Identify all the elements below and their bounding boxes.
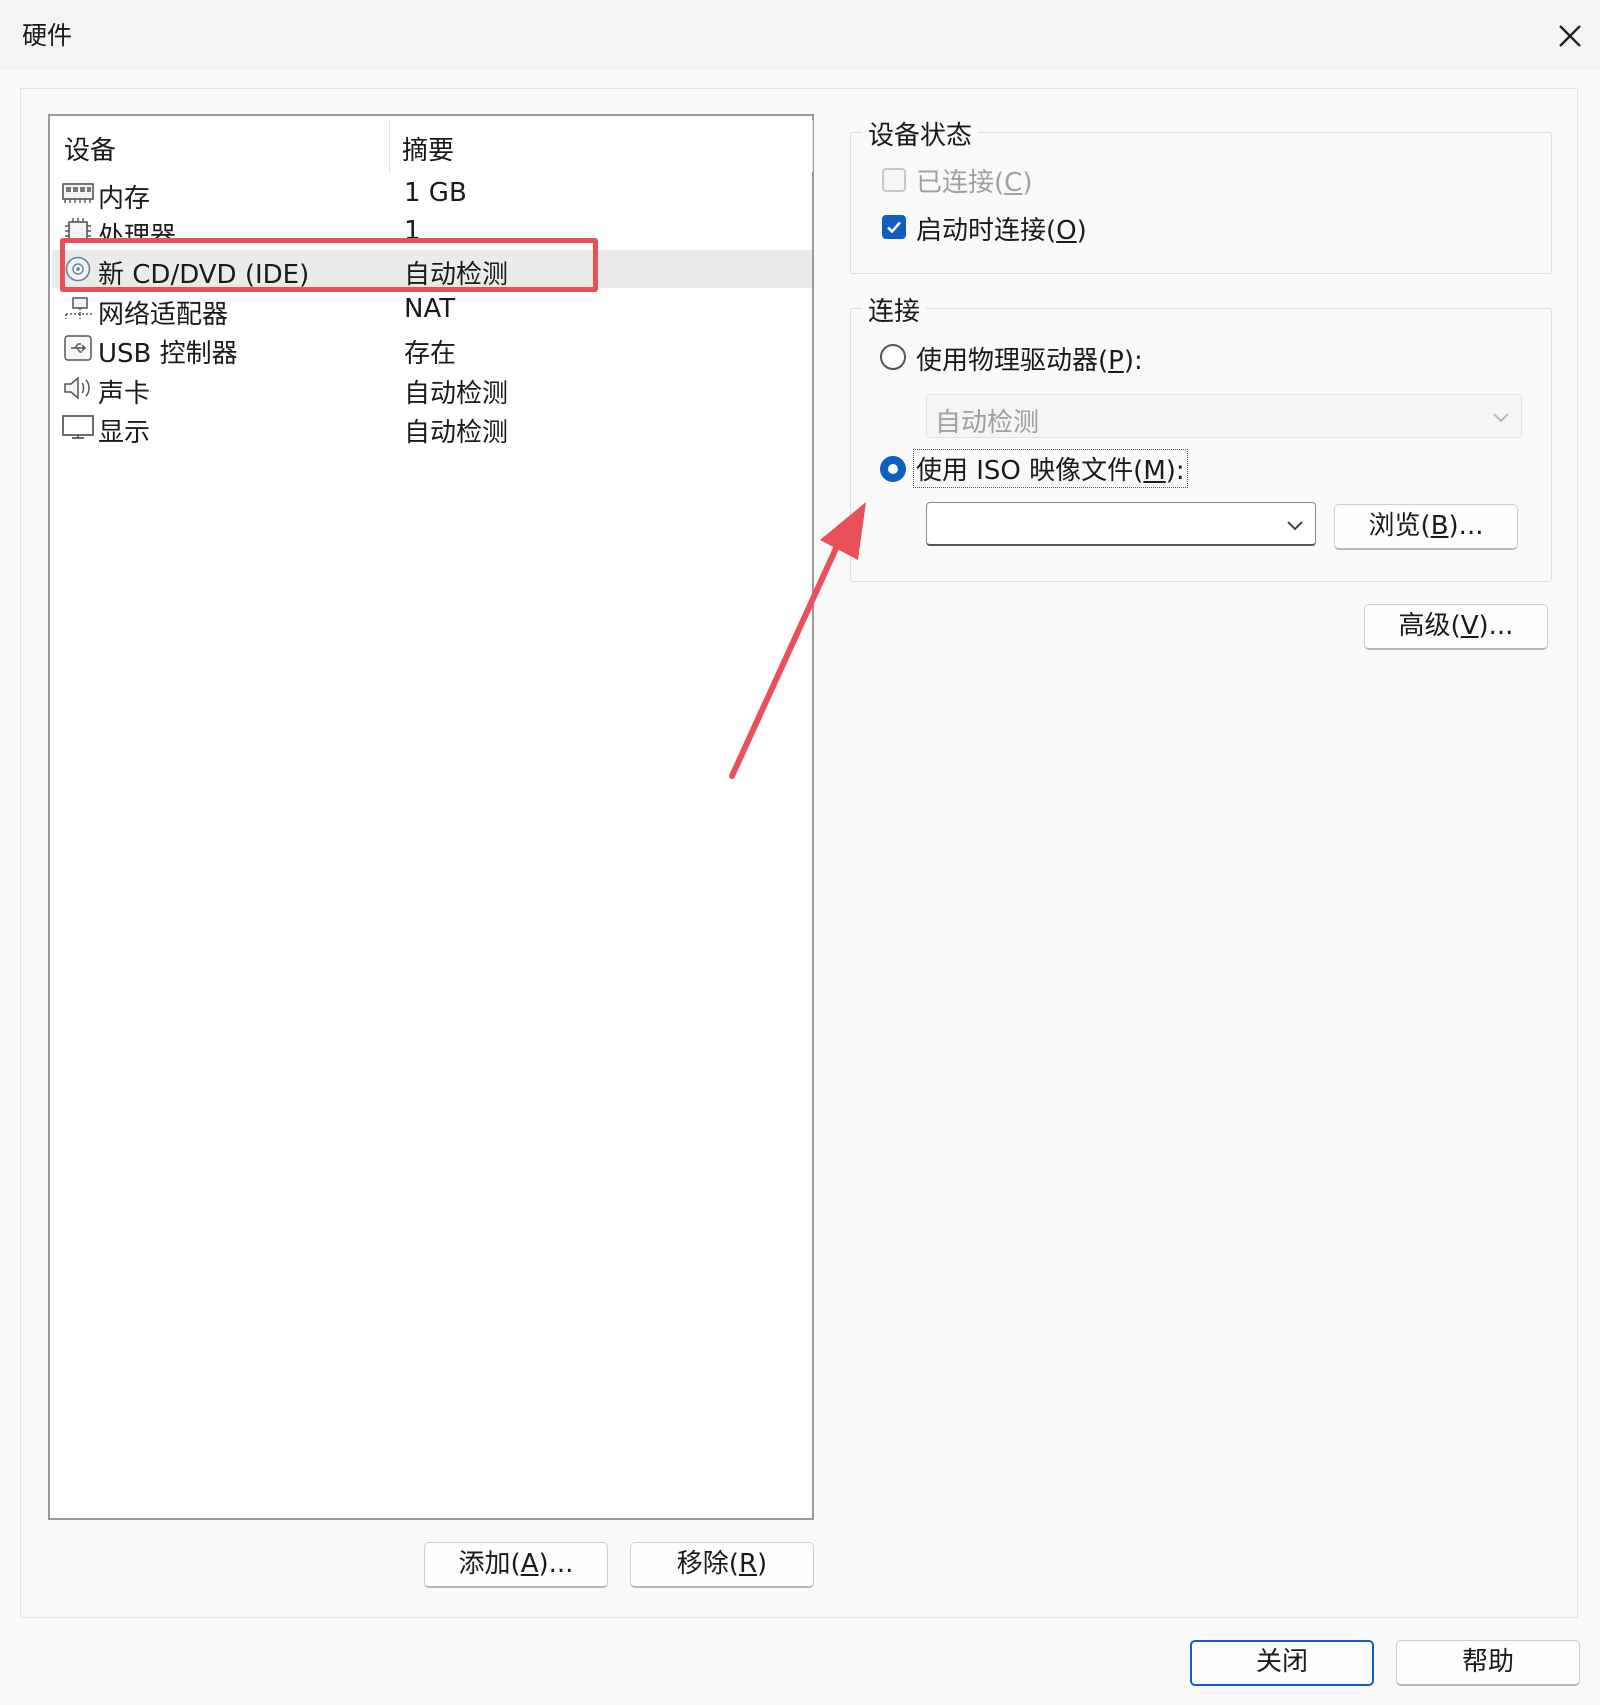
- memory-icon: [62, 183, 94, 203]
- device-row-sound-card[interactable]: 声卡 自动检测: [52, 369, 812, 409]
- title-bar: 硬件: [0, 0, 1600, 70]
- connected-label: 已连接(C): [916, 168, 1033, 198]
- device-row-memory[interactable]: 内存 1 GB: [52, 174, 812, 214]
- connect-at-power-on-label: 启动时连接(O): [916, 216, 1087, 246]
- iso-path-select[interactable]: [926, 502, 1316, 546]
- physical-drive-radio[interactable]: [880, 344, 906, 370]
- device-name: USB 控制器: [98, 339, 238, 369]
- column-divider[interactable]: [389, 120, 390, 172]
- physical-drive-label: 使用物理驱动器(P):: [916, 346, 1143, 376]
- close-icon[interactable]: [1552, 18, 1588, 54]
- column-divider[interactable]: [812, 120, 813, 172]
- column-header-summary[interactable]: 摘要: [402, 130, 454, 167]
- device-summary: 自动检测: [404, 379, 509, 409]
- device-row-network-adapter[interactable]: 网络适配器 NAT: [52, 290, 812, 330]
- network-adapter-icon: [65, 297, 94, 319]
- highlight-box: [60, 238, 598, 292]
- chevron-down-icon: [1493, 413, 1509, 423]
- window-title: 硬件: [22, 21, 73, 50]
- add-button[interactable]: 添加(A)...: [424, 1542, 608, 1588]
- device-row-display[interactable]: 显示 自动检测: [52, 408, 812, 448]
- device-summary: 自动检测: [404, 418, 509, 448]
- advanced-button[interactable]: 高级(V)...: [1364, 604, 1548, 650]
- connect-at-power-on-checkbox[interactable]: [882, 215, 906, 239]
- device-name: 声卡: [98, 379, 151, 409]
- device-status-group: [850, 132, 1552, 274]
- connected-checkbox[interactable]: [882, 168, 906, 192]
- physical-drive-value: 自动检测: [935, 408, 1040, 438]
- device-summary: NAT: [404, 294, 456, 324]
- physical-drive-select[interactable]: 自动检测: [926, 394, 1522, 438]
- device-name: 内存: [98, 184, 151, 214]
- help-button[interactable]: 帮助: [1396, 1640, 1580, 1686]
- close-button[interactable]: 关闭: [1190, 1640, 1374, 1686]
- sound-card-icon: [64, 376, 90, 400]
- column-header-device[interactable]: 设备: [64, 130, 116, 167]
- checkmark-icon: [887, 221, 901, 234]
- chevron-down-icon: [1287, 521, 1303, 531]
- iso-image-label: 使用 ISO 映像文件(M):: [913, 449, 1188, 488]
- connection-legend: 连接: [862, 291, 927, 328]
- device-name: 网络适配器: [98, 300, 229, 330]
- browse-button[interactable]: 浏览(B)...: [1334, 504, 1518, 550]
- device-row-usb-controller[interactable]: USB 控制器 存在: [52, 329, 812, 369]
- remove-button[interactable]: 移除(R): [630, 1542, 814, 1588]
- device-summary: 1 GB: [404, 178, 467, 208]
- device-summary: 存在: [404, 339, 457, 369]
- device-list[interactable]: 设备 摘要 内存 1 GB 处理器 1 新 CD/DVD (IDE) 自动检测: [48, 114, 814, 1520]
- device-status-legend: 设备状态: [862, 115, 979, 152]
- iso-image-radio[interactable]: [880, 456, 906, 482]
- device-name: 显示: [98, 418, 151, 448]
- display-icon: [62, 415, 94, 439]
- usb-icon: [64, 335, 92, 361]
